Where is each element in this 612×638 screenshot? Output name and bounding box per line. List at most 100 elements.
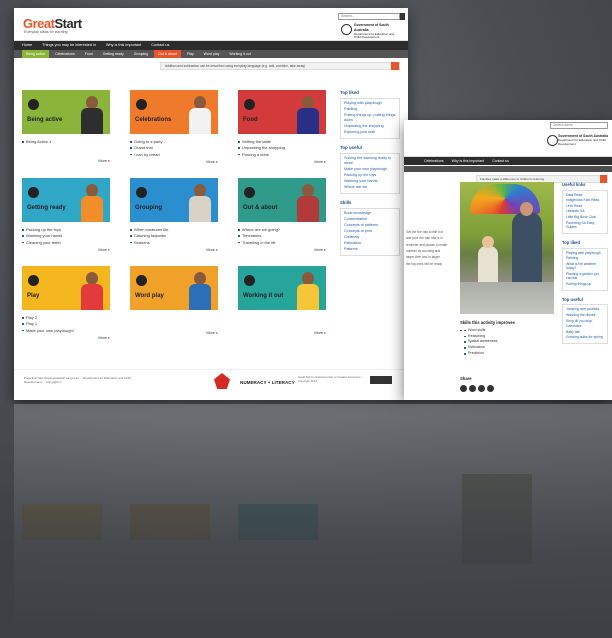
nav-item-why-important[interactable]: Why is this important (106, 43, 141, 48)
sidebar-link[interactable]: Libraries SA (566, 209, 605, 214)
sidebar-link[interactable]: Painting (566, 256, 605, 261)
back-nav-celebrations[interactable]: Celebrations (424, 159, 444, 164)
creative-commons-icon[interactable] (370, 376, 392, 384)
activity-link[interactable]: Washing your hands (22, 233, 110, 238)
sidebar-link[interactable]: Growing bulbs for spring (566, 335, 605, 340)
activity-link[interactable]: Grand trial (130, 145, 218, 150)
activity-link[interactable]: When creatures life (130, 227, 218, 232)
sidebar-link[interactable]: Book knowledge (344, 211, 396, 216)
email-icon[interactable] (487, 384, 494, 392)
category-nav-item[interactable]: Working it out (225, 50, 255, 58)
child-photo (188, 272, 212, 310)
activity-tile[interactable]: Grouping (130, 178, 218, 222)
activity-tile[interactable]: Word play (130, 266, 218, 310)
category-nav-item[interactable]: Play (182, 50, 198, 58)
facebook-icon[interactable] (460, 384, 467, 392)
activity-link[interactable]: Make your own playdough! (22, 328, 110, 333)
sidebar-link[interactable]: Planting a garden you can eat (566, 272, 605, 281)
sidebar-link[interactable]: Patterns (344, 247, 396, 252)
search-input[interactable]: Search... (338, 13, 400, 20)
activity-link[interactable]: Pouring a drink (238, 152, 326, 157)
more-link[interactable]: More (238, 160, 326, 165)
footer: Page link: http://www.greatstart.sa.gov.… (14, 369, 408, 400)
activity-link[interactable]: Play 1 (22, 321, 110, 326)
activity-link[interactable]: Where are we going? (238, 227, 326, 232)
back-nav-contact[interactable]: Contact us (492, 159, 509, 164)
category-nav-item[interactable]: Grouping (129, 50, 153, 58)
activity-tile[interactable]: Play (22, 266, 110, 310)
banner-close-icon[interactable] (391, 62, 399, 70)
activity-link[interactable]: Travelling in the lift (238, 240, 326, 245)
sidebar-link[interactable]: Concepts of print (344, 229, 396, 234)
activity-link[interactable]: Setting the table (238, 139, 326, 144)
activity-link[interactable]: Catching tadpoles (130, 233, 218, 238)
sidebar-link[interactable]: Indigenous Kids Read (566, 198, 605, 203)
sidebar-link[interactable]: Make your own playdough (344, 167, 396, 172)
sidebar-link[interactable]: Jumping over puddles (566, 307, 605, 312)
more-link[interactable]: More (22, 336, 110, 341)
sidebar-link[interactable]: Shop till you drop (566, 319, 605, 324)
share-section: Share (460, 376, 496, 394)
nav-item-home[interactable]: Home (22, 43, 32, 48)
activity-tile[interactable]: Working it out (238, 266, 326, 310)
category-nav-item[interactable]: Celebrations (51, 50, 79, 58)
activity-link[interactable]: Play 2 (22, 315, 110, 320)
category-nav-item[interactable]: Out & about (154, 50, 181, 58)
sidebar-link[interactable]: Washing the dishes (566, 313, 605, 318)
activity-link[interactable]: Cleaning your teeth (22, 240, 110, 245)
sidebar-link[interactable]: Where are we (344, 185, 396, 190)
activity-title: Grouping (135, 204, 162, 211)
more-link[interactable]: More (130, 331, 218, 336)
back-nav-why-important[interactable]: Why is this important (452, 159, 484, 164)
sidebar-link[interactable]: What is the weather today? (566, 262, 605, 271)
category-nav-item[interactable]: Food (80, 50, 97, 58)
more-link[interactable]: More (238, 331, 326, 336)
sidebar-link[interactable]: Let's Read (566, 204, 605, 209)
sidebar-link[interactable]: Unpacking the shopping (344, 124, 396, 129)
sidebar-link[interactable]: Playing with playdough (566, 251, 605, 256)
pinterest-icon[interactable] (478, 384, 485, 392)
more-link[interactable]: More (22, 248, 110, 253)
activity-tile[interactable]: Getting ready (22, 178, 110, 222)
activity-tile[interactable]: Food (238, 90, 326, 134)
category-nav-item[interactable]: Getting ready (98, 50, 128, 58)
sidebar-link[interactable]: Washing your hands (344, 179, 396, 184)
sidebar-link[interactable]: Parenting SA Easy Guides (566, 221, 605, 230)
activity-tile[interactable]: Out & about (238, 178, 326, 222)
sidebar-link[interactable]: Playing with playdough (344, 101, 396, 106)
sidebar-link[interactable]: Putting things up, putting things down (344, 113, 396, 123)
activity-link[interactable]: I can try bread (130, 152, 218, 157)
sidebar-link[interactable]: Painting (344, 107, 396, 112)
back-search-input[interactable]: Search items (550, 122, 608, 129)
activity-link[interactable]: Timetables (238, 233, 326, 238)
more-link[interactable]: More (238, 248, 326, 253)
sidebar-link[interactable]: Data Read (566, 193, 605, 198)
more-link[interactable]: More (130, 160, 218, 165)
activity-link[interactable]: Being Active 1 (22, 139, 110, 144)
sidebar-link[interactable]: Estimation (344, 241, 396, 246)
activity-tile[interactable]: Celebrations (130, 90, 218, 134)
twitter-icon[interactable] (469, 384, 476, 392)
sidebar-link[interactable]: Little Big Book Club (566, 215, 605, 220)
nav-item-interested[interactable]: Things you may be interested in (42, 43, 96, 48)
sidebar-link[interactable]: Calendars (566, 324, 605, 329)
activity-tile[interactable]: Being active (22, 90, 110, 134)
sidebar-link[interactable]: Concentration (344, 217, 396, 222)
activity-link[interactable]: Going to a party (130, 139, 218, 144)
category-nav-item[interactable]: Word play (199, 50, 224, 58)
more-link[interactable]: More (130, 248, 218, 253)
nav-item-contact[interactable]: Contact us (151, 43, 169, 48)
more-link[interactable]: More (22, 159, 110, 164)
activity-link[interactable]: Packing up the toys (22, 227, 110, 232)
sidebar-link[interactable]: Putting things up (566, 282, 605, 287)
category-nav-item[interactable]: Being active (22, 50, 50, 58)
search-icon[interactable] (400, 13, 405, 20)
sidebar-link[interactable]: Exploring junk mail (344, 130, 396, 135)
sidebar-link[interactable]: Creativity (344, 235, 396, 240)
sidebar-link[interactable]: Baby talk (566, 330, 605, 335)
activity-link[interactable]: Seasons (130, 240, 218, 245)
sidebar-link[interactable]: Concepts of patterns (344, 223, 396, 228)
sidebar-link[interactable]: Solving the washing ready to wear! (344, 156, 396, 166)
activity-link[interactable]: Unpacking the shopping (238, 145, 326, 150)
sidebar-link[interactable]: Packing up the toys (344, 173, 396, 178)
